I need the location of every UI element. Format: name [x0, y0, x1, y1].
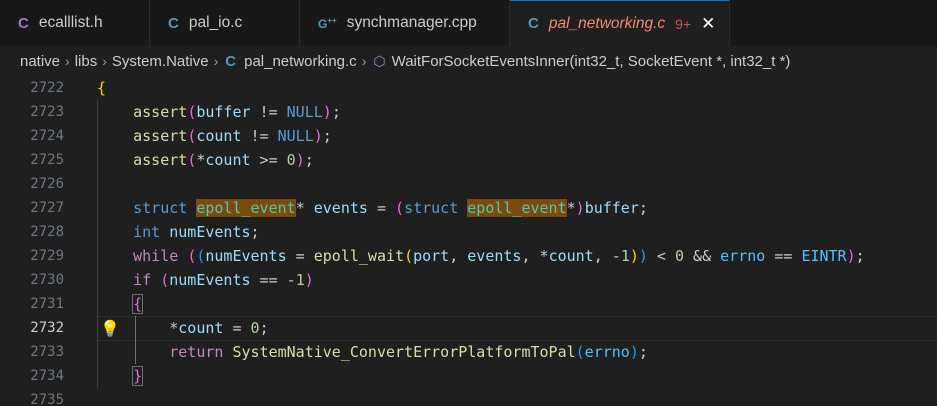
code-line: 2723 assert(buffer != NULL);: [0, 100, 937, 124]
code-text: struct epoll_event* events = (struct epo…: [133, 199, 648, 217]
code-line: 2735: [0, 388, 937, 406]
c-file-icon: C: [168, 14, 179, 32]
tab-pal-networking[interactable]: C pal_networking.c 9+ ✕: [510, 0, 730, 46]
line-number: 2733: [30, 344, 64, 360]
breadcrumb-item[interactable]: pal_networking.c: [244, 53, 357, 70]
code-line: 2722 {: [0, 76, 937, 100]
chevron-right-icon: ›: [65, 53, 70, 69]
method-cube-icon: ⬡: [373, 52, 386, 69]
code-text: while ((numEvents = epoll_wait(port, eve…: [133, 247, 865, 265]
code-line: 2734 }: [0, 364, 937, 388]
chevron-right-icon: ›: [102, 53, 107, 69]
code-text: *count = 0;: [97, 319, 269, 337]
code-line: 2733 return SystemNative_ConvertErrorPla…: [0, 340, 937, 364]
line-number: 2729: [30, 248, 64, 264]
code-text: return SystemNative_ConvertErrorPlatform…: [169, 343, 648, 361]
chevron-right-icon: ›: [213, 53, 219, 69]
tab-synchmanager[interactable]: G++ synchmanager.cpp: [300, 0, 510, 46]
line-number: 2728: [30, 224, 64, 240]
line-number: 2732: [30, 320, 64, 336]
code-line: 2727 struct epoll_event* events = (struc…: [0, 196, 937, 220]
code-line: 2724 assert(count != NULL);: [0, 124, 937, 148]
line-number: 2723: [30, 104, 64, 120]
code-line: 2726: [0, 172, 937, 196]
line-number: 2735: [30, 392, 64, 406]
line-number: 2731: [30, 296, 64, 312]
breadcrumb-item[interactable]: libs: [75, 53, 98, 70]
c-file-icon: C: [225, 52, 237, 70]
tab-label: pal_io.c: [188, 14, 243, 31]
c-file-icon: C: [18, 14, 29, 32]
cpp-file-icon: G++: [318, 15, 337, 31]
breadcrumb: native › libs › System.Native › C pal_ne…: [0, 46, 937, 76]
close-icon[interactable]: ✕: [701, 14, 715, 34]
code-line-current: 2732 *count = 0;: [0, 316, 937, 340]
code-text: {: [132, 294, 144, 314]
breadcrumb-item[interactable]: native: [20, 53, 60, 70]
code-text: int numEvents;: [133, 223, 260, 241]
tab-label: pal_networking.c: [548, 14, 666, 32]
chevron-right-icon: ›: [361, 53, 367, 69]
code-editor[interactable]: 2722 { 2723 assert(buffer != NULL); 2724…: [0, 76, 937, 406]
breadcrumb-item[interactable]: WaitForSocketEventsInner(int32_t, Socket…: [392, 53, 791, 70]
code-line: 2728 int numEvents;: [0, 220, 937, 244]
tab-label: synchmanager.cpp: [346, 14, 477, 31]
line-number: 2724: [30, 128, 64, 144]
line-number: 2730: [30, 272, 64, 288]
code-text: assert(count != NULL);: [133, 127, 332, 145]
c-file-icon: C: [528, 15, 539, 32]
line-number: 2722: [30, 80, 64, 96]
code-text: }: [132, 366, 144, 386]
code-line: 2730 if (numEvents == -1): [0, 268, 937, 292]
code-text: assert(buffer != NULL);: [133, 103, 341, 121]
tab-ecalllist[interactable]: C ecalllist.h: [0, 0, 150, 46]
tab-bar: C ecalllist.h C pal_io.c G++ synchmanage…: [0, 0, 937, 46]
tab-pal-io[interactable]: C pal_io.c: [150, 0, 300, 46]
code-text: {: [97, 79, 107, 97]
line-number: 2725: [30, 152, 64, 168]
code-line: 2725 assert(*count >= 0);: [0, 148, 937, 172]
breadcrumb-item[interactable]: System.Native: [112, 53, 209, 70]
code-text: assert(*count >= 0);: [133, 151, 314, 169]
lightbulb-icon[interactable]: 💡: [100, 319, 120, 338]
line-number: 2727: [30, 200, 64, 216]
code-line: 2729 while ((numEvents = epoll_wait(port…: [0, 244, 937, 268]
code-line: 2731 {: [0, 292, 937, 316]
problems-badge: 9+: [675, 15, 692, 32]
tab-label: ecalllist.h: [38, 14, 103, 31]
line-number: 2734: [30, 368, 64, 384]
line-number: 2726: [30, 176, 64, 192]
code-text: if (numEvents == -1): [133, 271, 314, 289]
